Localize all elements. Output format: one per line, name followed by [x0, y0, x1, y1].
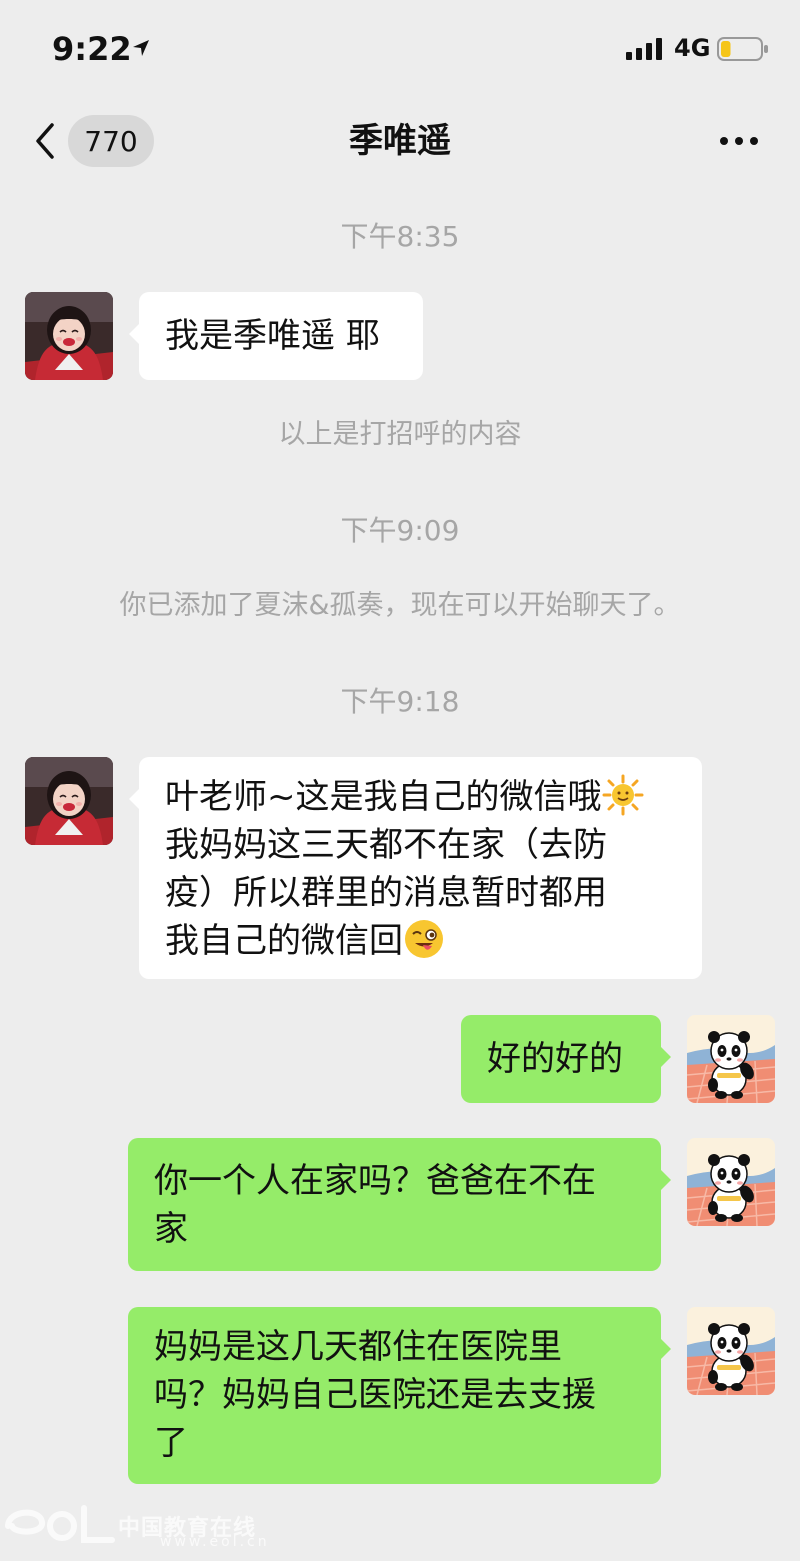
outgoing-message[interactable]: 好的好的: [461, 1015, 671, 1103]
system-notice: 你已添加了夏沫&孤奏，现在可以开始聊天了。: [119, 590, 681, 621]
contact-avatar[interactable]: [25, 292, 113, 380]
message-line: 吗？妈妈自己医院还是去支援: [154, 1375, 596, 1415]
sun-emoji-icon: [602, 774, 644, 816]
system-notice: 以上是打招呼的内容: [278, 419, 522, 450]
bubble-tail: [661, 1047, 671, 1067]
message-line: 了: [154, 1423, 188, 1463]
message-line: 我妈妈这三天都不在家（去防: [165, 825, 607, 865]
bubble-tail: [661, 1339, 671, 1359]
chat-header: 770 季唯遥: [0, 95, 800, 190]
incoming-message[interactable]: 叶老师~这是我自己的微信哦 我妈妈这三天都不在家（去防 疫）所以群里的消息暂时都…: [129, 757, 702, 979]
message-line: 叶老师~这是我自己的微信哦: [165, 773, 676, 821]
back-chevron-icon[interactable]: [30, 121, 60, 161]
my-avatar[interactable]: [687, 1015, 775, 1103]
unread-count-badge[interactable]: 770: [68, 115, 154, 167]
status-time: 9:22: [52, 30, 132, 68]
eol-watermark: 中国教育在线 www.eol.cn: [0, 1496, 300, 1557]
chat-title: 季唯遥: [349, 121, 451, 161]
battery-icon: [717, 37, 768, 61]
cellular-signal-icon: [626, 38, 662, 60]
location-arrow-icon: [133, 40, 149, 56]
timestamp: 下午8:35: [340, 220, 460, 253]
message-text: 好的好的: [487, 1039, 623, 1079]
message-line: 妈妈是这几天都住在医院里: [154, 1327, 562, 1367]
outgoing-message[interactable]: 妈妈是这几天都住在医院里 吗？妈妈自己医院还是去支援 了: [128, 1307, 671, 1484]
my-avatar[interactable]: [687, 1307, 775, 1395]
network-type: 4G: [674, 34, 711, 62]
incoming-message[interactable]: 我是季唯遥 耶: [129, 292, 423, 380]
bubble-tail: [129, 789, 139, 809]
message-line: 你一个人在家吗？爸爸在不在: [154, 1161, 596, 1201]
bubble-tail: [661, 1170, 671, 1190]
my-avatar[interactable]: [687, 1138, 775, 1226]
outgoing-message[interactable]: 你一个人在家吗？爸爸在不在 家: [128, 1138, 671, 1271]
battery-level: [721, 41, 731, 57]
message-line: 家: [154, 1209, 188, 1249]
watermark-url: www.eol.cn: [160, 1534, 270, 1550]
contact-avatar[interactable]: [25, 757, 113, 845]
message-line: 我自己的微信回: [165, 917, 676, 965]
winking-tongue-emoji-icon: [403, 918, 445, 960]
message-line: 疫）所以群里的消息暂时都用: [165, 873, 607, 913]
bubble-tail: [129, 324, 139, 344]
message-text: 我是季唯遥 耶: [165, 316, 380, 356]
status-bar: 9:22 4G: [0, 0, 800, 95]
eol-logo-icon: [5, 1505, 115, 1543]
timestamp: 下午9:18: [340, 685, 460, 718]
timestamp: 下午9:09: [340, 514, 460, 547]
more-options-icon[interactable]: [718, 133, 760, 149]
